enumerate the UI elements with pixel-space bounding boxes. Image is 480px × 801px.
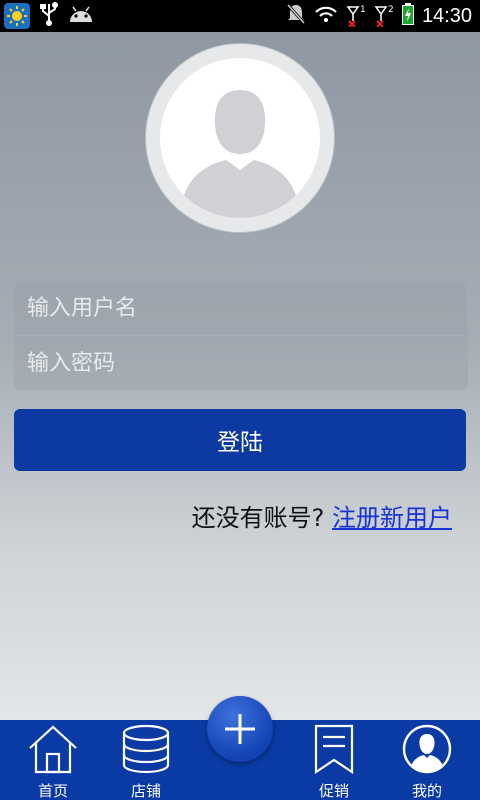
username-row xyxy=(15,281,467,335)
weather-icon xyxy=(4,3,30,29)
nav-item-store[interactable]: 店铺 xyxy=(106,724,186,801)
username-input[interactable] xyxy=(15,295,467,321)
user-icon xyxy=(402,724,452,774)
signal-sim1-icon: 1 xyxy=(346,5,366,28)
battery-charging-icon xyxy=(401,3,414,29)
plus-icon xyxy=(225,714,255,744)
login-button[interactable]: 登陆 xyxy=(14,409,466,471)
android-debug-icon xyxy=(68,5,94,27)
register-row: 还没有账号? 注册新用户 xyxy=(192,498,452,533)
signal-sim2-icon: 2 xyxy=(374,5,394,28)
avatar-placeholder-icon xyxy=(180,90,300,218)
nav-item-mine[interactable]: 我的 xyxy=(387,724,467,801)
status-bar: 1 2 14:30 xyxy=(0,0,480,32)
wifi-icon xyxy=(314,5,338,27)
register-prompt: 还没有账号? xyxy=(191,504,325,532)
nav-item-home[interactable]: 首页 xyxy=(13,724,93,801)
sim2-label: 2 xyxy=(387,5,394,15)
usb-icon xyxy=(40,2,58,30)
sim1-label: 1 xyxy=(359,5,366,15)
nav-label-home: 首页 xyxy=(37,782,68,800)
nav-label-mine: 我的 xyxy=(411,782,442,800)
nav-label-promotions: 促销 xyxy=(318,782,349,800)
add-button[interactable] xyxy=(207,696,273,762)
nav-label-store: 店铺 xyxy=(130,782,161,800)
login-form xyxy=(14,280,468,390)
password-row xyxy=(15,335,467,390)
bookmark-icon xyxy=(314,724,354,775)
avatar xyxy=(146,44,334,232)
notifications-muted-icon xyxy=(286,3,306,29)
password-input[interactable] xyxy=(15,350,467,376)
register-link[interactable]: 注册新用户 xyxy=(332,504,452,532)
database-icon xyxy=(122,724,170,774)
login-screen: 登陆 还没有账号? 注册新用户 xyxy=(0,32,480,720)
nav-item-promotions[interactable]: 促销 xyxy=(294,724,374,801)
home-icon xyxy=(29,725,77,774)
status-time: 14:30 xyxy=(421,4,472,27)
